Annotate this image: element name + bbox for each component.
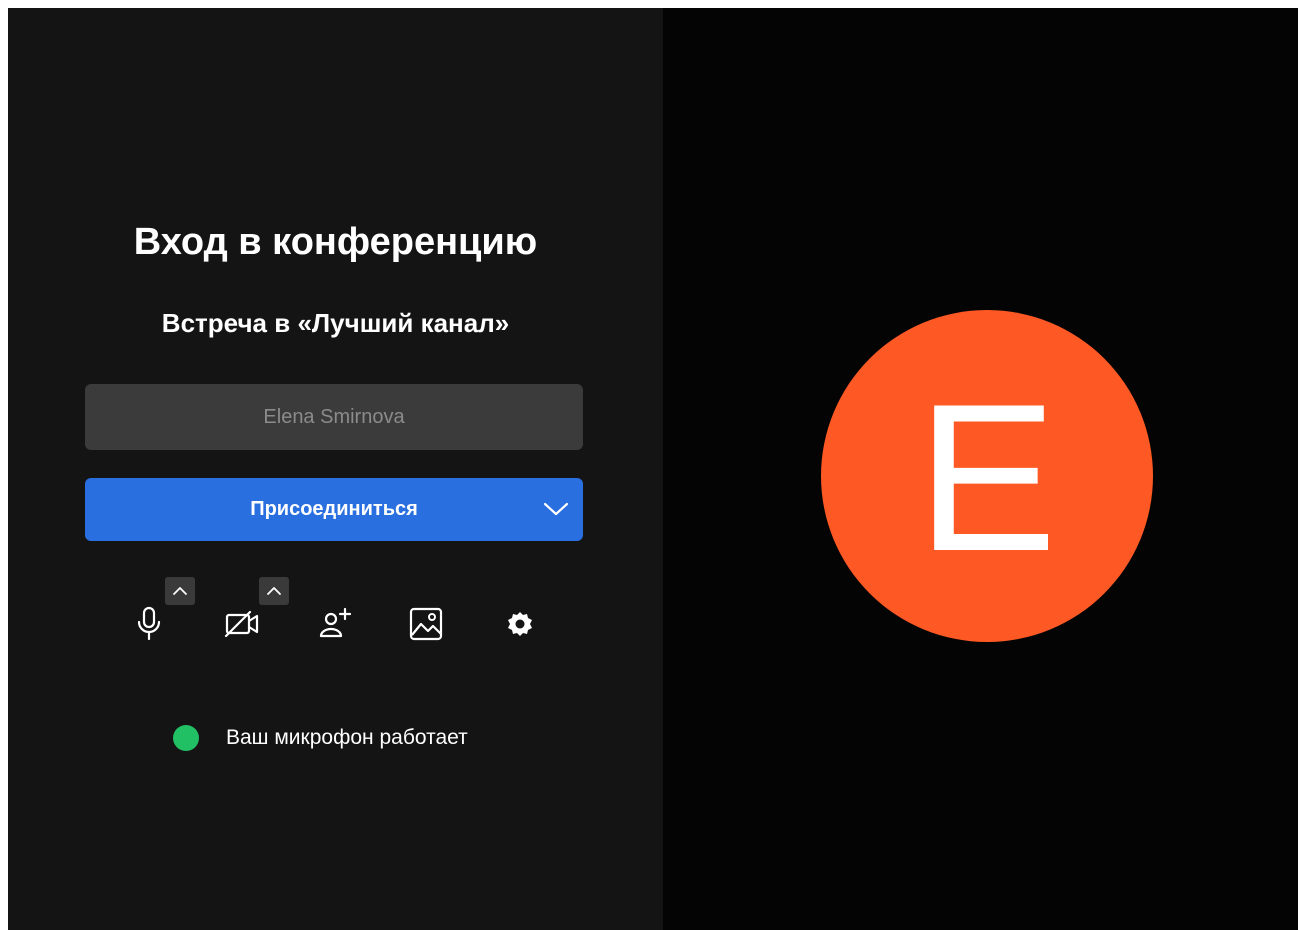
microphone-icon [137, 606, 161, 641]
background-button[interactable] [404, 602, 448, 646]
meeting-name: Встреча в «Лучший канал» [161, 308, 510, 338]
chevron-up-icon [267, 587, 281, 595]
microphone-button[interactable] [127, 602, 171, 646]
conference-join-window: Вход в конференцию Встреча в «Лучший кан… [8, 8, 1298, 930]
image-icon [409, 607, 443, 641]
join-panel: Вход в конференцию Встреча в «Лучший кан… [8, 8, 663, 930]
camera-button[interactable] [220, 602, 264, 646]
chevron-down-icon[interactable] [543, 498, 569, 520]
settings-button[interactable] [498, 602, 542, 646]
add-user-icon [319, 607, 352, 638]
camera-options-button[interactable] [259, 577, 289, 605]
camera-off-icon [224, 610, 259, 638]
mic-status: Ваш микрофон работает [173, 724, 468, 752]
display-name-input[interactable] [85, 384, 583, 450]
microphone-options-button[interactable] [165, 577, 195, 605]
page-title: Вход в конференцию [133, 221, 538, 263]
chevron-up-icon [173, 587, 187, 595]
video-preview: E [663, 8, 1298, 930]
status-indicator [173, 725, 199, 751]
mic-status-text: Ваш микрофон работает [226, 726, 468, 749]
join-button[interactable]: Присоединиться [85, 478, 583, 541]
avatar-initial: E [916, 360, 1058, 595]
join-button-label: Присоединиться [250, 498, 418, 520]
avatar: E [821, 310, 1153, 642]
gear-icon [508, 612, 532, 636]
invite-button[interactable] [314, 602, 358, 646]
